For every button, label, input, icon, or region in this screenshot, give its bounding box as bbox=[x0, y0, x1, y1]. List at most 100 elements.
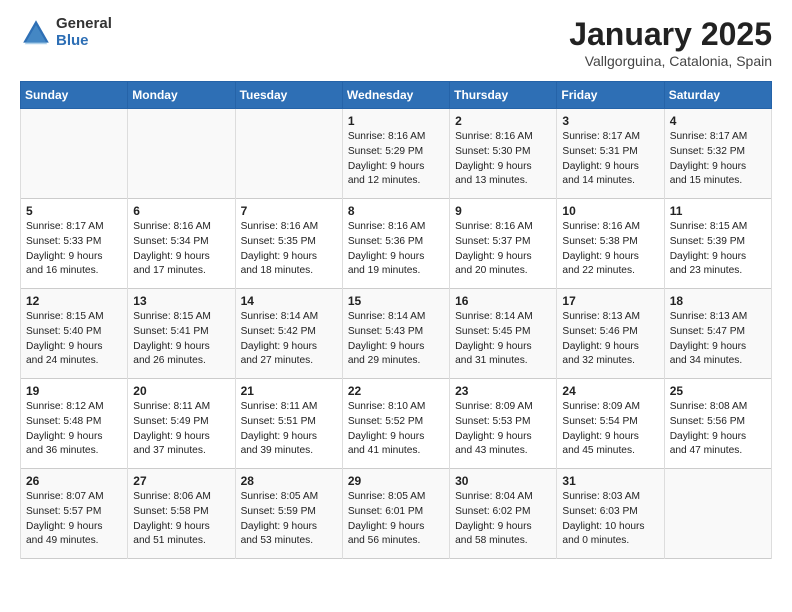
calendar-cell: 28 Sunrise: 8:05 AM Sunset: 5:59 PM Dayli… bbox=[235, 469, 342, 559]
day-number: 16 bbox=[455, 294, 551, 308]
logo-icon bbox=[20, 17, 52, 49]
calendar-cell: 10Sunrise: 8:16 AM Sunset: 5:38 PM Dayli… bbox=[557, 199, 664, 289]
cell-info: Sunrise: 8:08 AM Sunset: 5:56 PM Dayligh… bbox=[670, 401, 748, 456]
day-number: 30 bbox=[455, 474, 551, 488]
calendar-cell: 19Sunrise: 8:12 AM Sunset: 5:48 PM Dayli… bbox=[21, 379, 128, 469]
title-block: January 2025 Vallgorguina, Catalonia, Sp… bbox=[569, 16, 772, 69]
calendar-cell: 6Sunrise: 8:16 AM Sunset: 5:34 PM Daylig… bbox=[128, 199, 235, 289]
day-number: 8 bbox=[348, 204, 444, 218]
cell-info: Sunrise: 8:14 AM Sunset: 5:45 PM Dayligh… bbox=[455, 311, 533, 366]
day-number: 31 bbox=[562, 474, 658, 488]
day-number: 22 bbox=[348, 384, 444, 398]
day-number: 28 bbox=[241, 474, 337, 488]
calendar-cell: 1 Sunrise: 8:16 AM Sunset: 5:29 PM Daylig… bbox=[342, 109, 449, 199]
calendar-week-row: 19Sunrise: 8:12 AM Sunset: 5:48 PM Dayli… bbox=[21, 379, 772, 469]
cell-info: Sunrise: 8:14 AM Sunset: 5:42 PM Dayligh… bbox=[241, 311, 319, 366]
calendar-cell bbox=[21, 109, 128, 199]
calendar-cell: 12Sunrise: 8:15 AM Sunset: 5:40 PM Dayli… bbox=[21, 289, 128, 379]
day-number: 20 bbox=[133, 384, 229, 398]
cell-info: Sunrise: 8:16 AM Sunset: 5:30 PM Dayligh… bbox=[455, 131, 533, 186]
cell-info: Sunrise: 8:16 AM Sunset: 5:29 PM Dayligh… bbox=[348, 131, 426, 186]
weekday-header-friday: Friday bbox=[557, 82, 664, 109]
weekday-header-thursday: Thursday bbox=[450, 82, 557, 109]
cell-info: Sunrise: 8:03 AM Sunset: 6:03 PM Dayligh… bbox=[562, 491, 644, 546]
calendar-table: SundayMondayTuesdayWednesdayThursdayFrid… bbox=[20, 81, 772, 559]
day-number: 18 bbox=[670, 294, 766, 308]
page: General Blue January 2025 Vallgorguina, … bbox=[0, 0, 792, 579]
day-number: 7 bbox=[241, 204, 337, 218]
day-number: 23 bbox=[455, 384, 551, 398]
calendar-cell: 30 Sunrise: 8:04 AM Sunset: 6:02 PM Dayli… bbox=[450, 469, 557, 559]
calendar-cell: 25 Sunrise: 8:08 AM Sunset: 5:56 PM Dayli… bbox=[664, 379, 771, 469]
day-number: 27 bbox=[133, 474, 229, 488]
cell-info: Sunrise: 8:17 AM Sunset: 5:32 PM Dayligh… bbox=[670, 131, 748, 186]
calendar-cell: 9 Sunrise: 8:16 AM Sunset: 5:37 PM Daylig… bbox=[450, 199, 557, 289]
cell-info: Sunrise: 8:05 AM Sunset: 5:59 PM Dayligh… bbox=[241, 491, 319, 546]
calendar-cell: 31 Sunrise: 8:03 AM Sunset: 6:03 PM Dayli… bbox=[557, 469, 664, 559]
calendar-cell: 11Sunrise: 8:15 AM Sunset: 5:39 PM Dayli… bbox=[664, 199, 771, 289]
calendar-week-row: 26 Sunrise: 8:07 AM Sunset: 5:57 PM Dayli… bbox=[21, 469, 772, 559]
calendar-cell: 2 Sunrise: 8:16 AM Sunset: 5:30 PM Daylig… bbox=[450, 109, 557, 199]
day-number: 12 bbox=[26, 294, 122, 308]
day-number: 29 bbox=[348, 474, 444, 488]
cell-info: Sunrise: 8:04 AM Sunset: 6:02 PM Dayligh… bbox=[455, 491, 533, 546]
calendar-cell: 14 Sunrise: 8:14 AM Sunset: 5:42 PM Dayli… bbox=[235, 289, 342, 379]
calendar-cell bbox=[664, 469, 771, 559]
calendar-cell: 20 Sunrise: 8:11 AM Sunset: 5:49 PM Dayli… bbox=[128, 379, 235, 469]
cell-info: Sunrise: 8:11 AM Sunset: 5:51 PM Dayligh… bbox=[241, 401, 318, 456]
calendar-cell: 15Sunrise: 8:14 AM Sunset: 5:43 PM Dayli… bbox=[342, 289, 449, 379]
calendar-cell: 21 Sunrise: 8:11 AM Sunset: 5:51 PM Dayli… bbox=[235, 379, 342, 469]
cell-info: Sunrise: 8:09 AM Sunset: 5:54 PM Dayligh… bbox=[562, 401, 640, 456]
calendar-cell: 4 Sunrise: 8:17 AM Sunset: 5:32 PM Daylig… bbox=[664, 109, 771, 199]
weekday-header-wednesday: Wednesday bbox=[342, 82, 449, 109]
cell-info: Sunrise: 8:17 AM Sunset: 5:33 PM Dayligh… bbox=[26, 221, 104, 276]
cell-info: Sunrise: 8:16 AM Sunset: 5:37 PM Dayligh… bbox=[455, 221, 533, 276]
calendar-cell: 24Sunrise: 8:09 AM Sunset: 5:54 PM Dayli… bbox=[557, 379, 664, 469]
calendar-cell: 17 Sunrise: 8:13 AM Sunset: 5:46 PM Dayli… bbox=[557, 289, 664, 379]
day-number: 25 bbox=[670, 384, 766, 398]
cell-info: Sunrise: 8:13 AM Sunset: 5:46 PM Dayligh… bbox=[562, 311, 640, 366]
cell-info: Sunrise: 8:09 AM Sunset: 5:53 PM Dayligh… bbox=[455, 401, 533, 456]
day-number: 26 bbox=[26, 474, 122, 488]
day-number: 17 bbox=[562, 294, 658, 308]
cell-info: Sunrise: 8:07 AM Sunset: 5:57 PM Dayligh… bbox=[26, 491, 104, 546]
logo: General Blue bbox=[20, 16, 112, 49]
logo-general-text: General bbox=[56, 16, 112, 33]
cell-info: Sunrise: 8:05 AM Sunset: 6:01 PM Dayligh… bbox=[348, 491, 426, 546]
calendar-cell: 27 Sunrise: 8:06 AM Sunset: 5:58 PM Dayli… bbox=[128, 469, 235, 559]
day-number: 9 bbox=[455, 204, 551, 218]
calendar-cell: 5Sunrise: 8:17 AM Sunset: 5:33 PM Daylig… bbox=[21, 199, 128, 289]
header: General Blue January 2025 Vallgorguina, … bbox=[20, 16, 772, 69]
cell-info: Sunrise: 8:16 AM Sunset: 5:35 PM Dayligh… bbox=[241, 221, 319, 276]
weekday-header-sunday: Sunday bbox=[21, 82, 128, 109]
day-number: 21 bbox=[241, 384, 337, 398]
cell-info: Sunrise: 8:16 AM Sunset: 5:34 PM Dayligh… bbox=[133, 221, 211, 276]
day-number: 11 bbox=[670, 204, 766, 218]
cell-info: Sunrise: 8:14 AM Sunset: 5:43 PM Dayligh… bbox=[348, 311, 426, 366]
day-number: 1 bbox=[348, 114, 444, 128]
cell-info: Sunrise: 8:15 AM Sunset: 5:41 PM Dayligh… bbox=[133, 311, 211, 366]
day-number: 2 bbox=[455, 114, 551, 128]
calendar-cell: 23 Sunrise: 8:09 AM Sunset: 5:53 PM Dayli… bbox=[450, 379, 557, 469]
day-number: 10 bbox=[562, 204, 658, 218]
cell-info: Sunrise: 8:06 AM Sunset: 5:58 PM Dayligh… bbox=[133, 491, 211, 546]
cell-info: Sunrise: 8:10 AM Sunset: 5:52 PM Dayligh… bbox=[348, 401, 426, 456]
calendar-cell bbox=[235, 109, 342, 199]
calendar-cell: 26 Sunrise: 8:07 AM Sunset: 5:57 PM Dayli… bbox=[21, 469, 128, 559]
cell-info: Sunrise: 8:11 AM Sunset: 5:49 PM Dayligh… bbox=[133, 401, 210, 456]
cell-info: Sunrise: 8:16 AM Sunset: 5:36 PM Dayligh… bbox=[348, 221, 426, 276]
day-number: 14 bbox=[241, 294, 337, 308]
calendar-cell: 22 Sunrise: 8:10 AM Sunset: 5:52 PM Dayli… bbox=[342, 379, 449, 469]
cell-info: Sunrise: 8:13 AM Sunset: 5:47 PM Dayligh… bbox=[670, 311, 748, 366]
calendar-week-row: 12Sunrise: 8:15 AM Sunset: 5:40 PM Dayli… bbox=[21, 289, 772, 379]
weekday-header-tuesday: Tuesday bbox=[235, 82, 342, 109]
calendar-week-row: 1 Sunrise: 8:16 AM Sunset: 5:29 PM Daylig… bbox=[21, 109, 772, 199]
day-number: 13 bbox=[133, 294, 229, 308]
weekday-header-row: SundayMondayTuesdayWednesdayThursdayFrid… bbox=[21, 82, 772, 109]
day-number: 3 bbox=[562, 114, 658, 128]
calendar-cell: 13 Sunrise: 8:15 AM Sunset: 5:41 PM Dayli… bbox=[128, 289, 235, 379]
calendar-cell: 8 Sunrise: 8:16 AM Sunset: 5:36 PM Daylig… bbox=[342, 199, 449, 289]
weekday-header-saturday: Saturday bbox=[664, 82, 771, 109]
day-number: 4 bbox=[670, 114, 766, 128]
cell-info: Sunrise: 8:17 AM Sunset: 5:31 PM Dayligh… bbox=[562, 131, 640, 186]
